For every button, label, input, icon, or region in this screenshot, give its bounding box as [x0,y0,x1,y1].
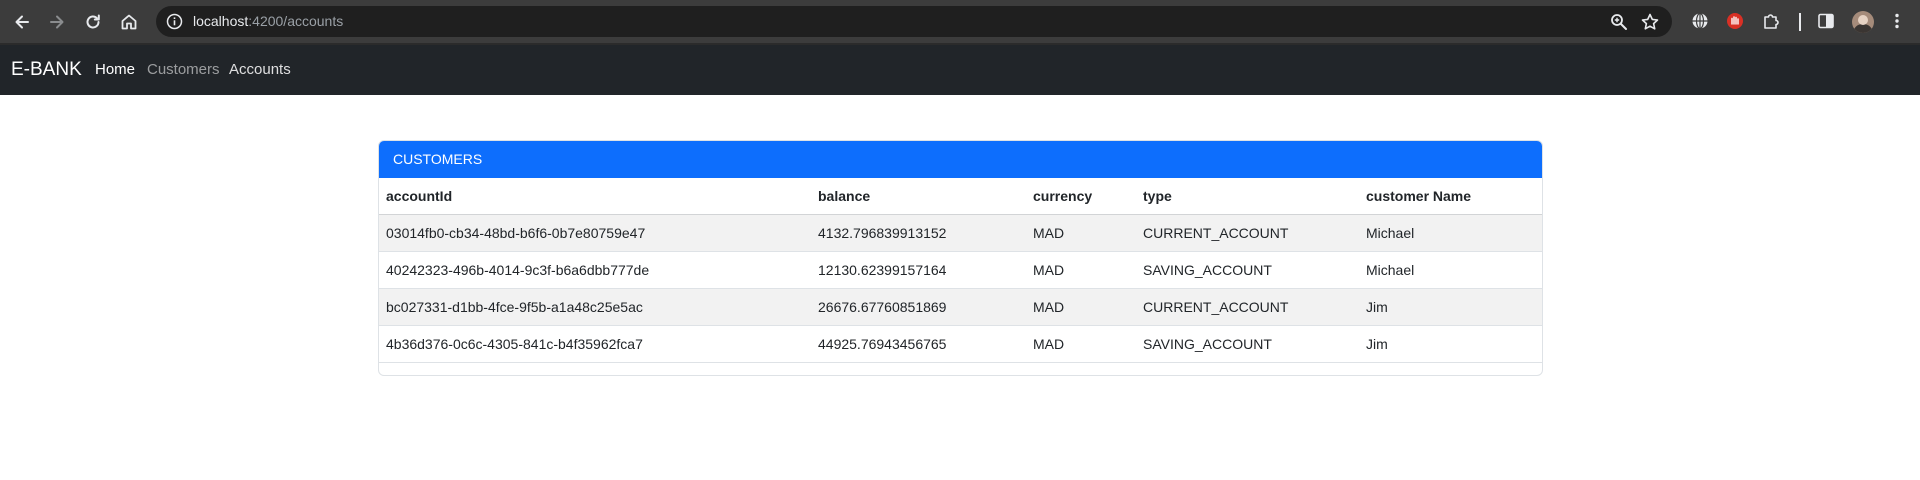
cell-type: CURRENT_ACCOUNT [1136,288,1359,326]
cell-customer-name: Michael [1359,251,1542,289]
accounts-card: CUSTOMERS accountId balance currency typ… [378,140,1543,376]
nav-link-home[interactable]: Home [95,60,135,80]
table-row: 4b36d376-0c6c-4305-841c-b4f35962fca7 449… [379,325,1542,363]
cell-currency: MAD [1026,251,1136,289]
url-path: :4200/accounts [248,13,344,29]
table-row: 40242323-496b-4014-9c3f-b6a6dbb777de 121… [379,251,1542,289]
address-bar[interactable]: localhost:4200/accounts [156,6,1672,37]
cell-type: SAVING_ACCOUNT [1136,325,1359,363]
cell-balance: 26676.67760851869 [811,288,1026,326]
cell-currency: MAD [1026,214,1136,252]
table-row: bc027331-d1bb-4fce-9f5b-a1a48c25e5ac 266… [379,288,1542,326]
column-header-account-id: accountId [379,178,811,215]
cell-balance: 4132.796839913152 [811,214,1026,252]
cell-account-id: 4b36d376-0c6c-4305-841c-b4f35962fca7 [379,325,811,363]
side-panel-icon[interactable] [1816,11,1836,31]
forward-arrow-icon[interactable] [45,10,69,34]
extensions-puzzle-icon[interactable] [1761,11,1781,31]
brand-logo[interactable]: E-BANK [11,58,82,82]
column-header-customer-name: customer Name [1359,178,1542,215]
more-menu-icon[interactable] [1887,11,1907,31]
cell-balance: 44925.76943456765 [811,325,1026,363]
cell-customer-name: Michael [1359,214,1542,252]
cell-currency: MAD [1026,325,1136,363]
zoom-icon[interactable] [1609,12,1629,32]
profile-avatar[interactable] [1852,11,1874,33]
nav-link-customers[interactable]: Customers [147,60,220,80]
table-row: 03014fb0-cb34-48bd-b6f6-0b7e80759e47 413… [379,214,1542,252]
column-header-currency: currency [1026,178,1136,215]
cell-account-id: 03014fb0-cb34-48bd-b6f6-0b7e80759e47 [379,214,811,252]
cell-account-id: bc027331-d1bb-4fce-9f5b-a1a48c25e5ac [379,288,811,326]
back-arrow-icon[interactable] [10,10,34,34]
nav-link-accounts[interactable]: Accounts [229,60,291,80]
url-host: localhost [193,13,249,29]
bookmark-star-icon[interactable] [1640,12,1660,32]
extension-globe-icon[interactable] [1690,11,1710,31]
cell-customer-name: Jim [1359,325,1542,363]
extension-hand-icon[interactable] [1725,11,1745,31]
url-text: localhost:4200/accounts [193,13,343,30]
browser-toolbar: localhost:4200/accounts [0,0,1920,43]
site-info-icon[interactable] [166,13,183,30]
toolbar-separator [1799,13,1801,31]
table-header-row: accountId balance currency type customer… [379,178,1542,215]
card-header-title: CUSTOMERS [379,141,1542,178]
reload-icon[interactable] [81,10,105,34]
home-icon[interactable] [117,10,141,34]
cell-type: CURRENT_ACCOUNT [1136,214,1359,252]
app-navbar: E-BANK Home Customers Accounts [0,45,1920,95]
column-header-balance: balance [811,178,1026,215]
cell-account-id: 40242323-496b-4014-9c3f-b6a6dbb777de [379,251,811,289]
accounts-table: accountId balance currency type customer… [379,178,1542,363]
cell-balance: 12130.62399157164 [811,251,1026,289]
cell-customer-name: Jim [1359,288,1542,326]
cell-currency: MAD [1026,288,1136,326]
cell-type: SAVING_ACCOUNT [1136,251,1359,289]
column-header-type: type [1136,178,1359,215]
